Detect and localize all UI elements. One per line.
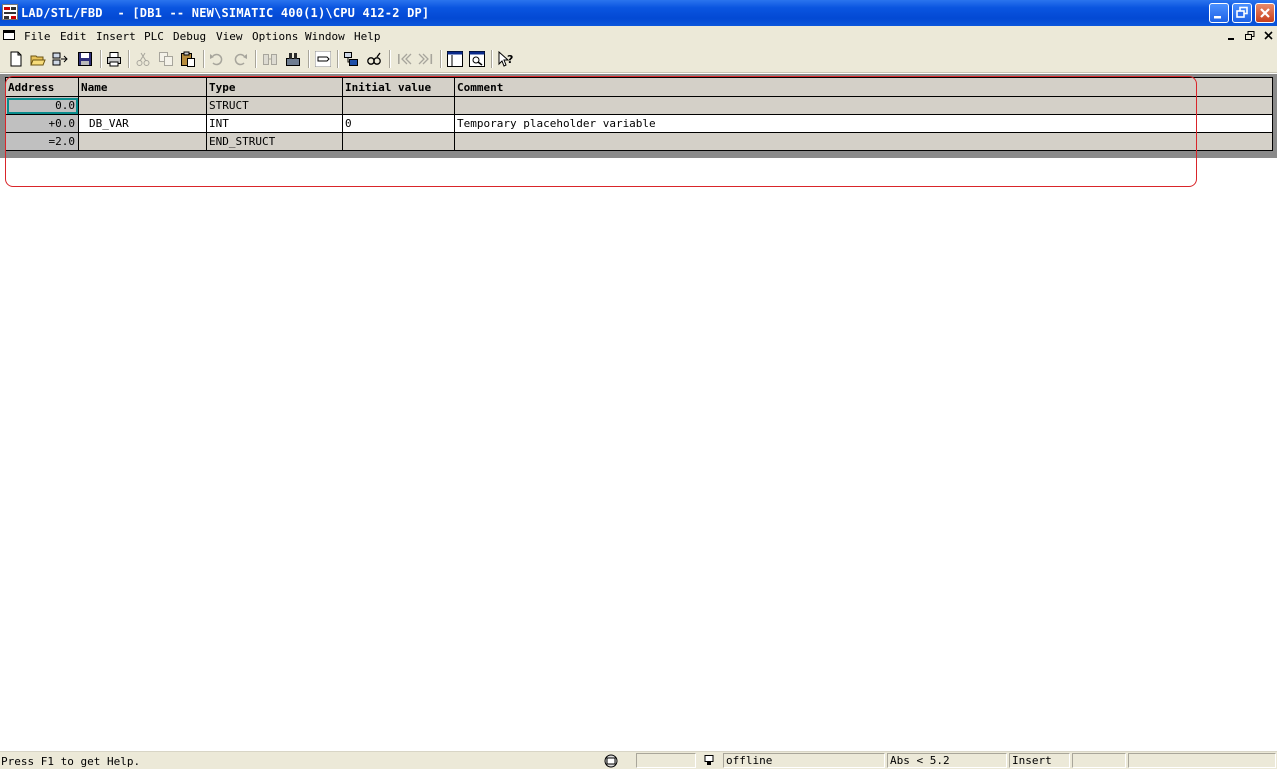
whats-this-help-icon[interactable]: ? [498, 51, 514, 67]
initial-value-cell[interactable] [342, 132, 455, 151]
open-icon[interactable] [30, 51, 46, 67]
connection-icon [704, 755, 714, 765]
close-button[interactable] [1255, 3, 1275, 23]
declaration-view-icon[interactable] [315, 51, 331, 67]
column-header-address[interactable]: Address [5, 77, 79, 97]
mode-text: Insert [1012, 754, 1052, 767]
copy-icon[interactable] [158, 51, 174, 67]
declaration-table: Address Name Type Initial value Comment … [5, 77, 1273, 151]
status-version: Abs < 5.2 [887, 753, 1007, 768]
accessible-nodes-icon[interactable] [52, 51, 68, 67]
table-header-row: Address Name Type Initial value Comment [5, 77, 1273, 97]
child-minimize-icon[interactable] [1225, 29, 1239, 42]
save-icon[interactable] [77, 51, 93, 67]
close-icon [1260, 8, 1270, 18]
document-window-icon[interactable] [3, 30, 15, 40]
status-help-text: Press F1 to get Help. [1, 755, 141, 768]
restore-button[interactable] [1232, 3, 1252, 23]
menu-help[interactable]: Help [354, 30, 381, 43]
version-text: Abs < 5.2 [890, 754, 950, 767]
menu-edit[interactable]: Edit [60, 30, 87, 43]
name-cell[interactable] [78, 96, 207, 115]
status-mode: Insert [1009, 753, 1070, 768]
column-header-initial-value[interactable]: Initial value [342, 77, 455, 97]
column-header-name[interactable]: Name [78, 77, 207, 97]
monitor-icon[interactable] [366, 51, 382, 67]
svg-text:?: ? [507, 53, 513, 66]
column-header-type[interactable]: Type [206, 77, 343, 97]
address-cell[interactable]: =2.0 [5, 132, 79, 151]
type-cell[interactable]: END_STRUCT [206, 132, 343, 151]
name-cell[interactable]: DB_VAR [78, 114, 207, 133]
menu-window[interactable]: Window [305, 30, 345, 43]
minimize-button[interactable] [1209, 3, 1229, 23]
window-title: LAD/STL/FBD - [DB1 -- NEW\SIMATIC 400(1)… [21, 6, 430, 20]
paste-icon[interactable] [180, 51, 196, 67]
window-layout-icon[interactable] [447, 51, 463, 67]
previous-icon[interactable] [396, 51, 412, 67]
next-icon[interactable] [418, 51, 434, 67]
name-cell[interactable] [78, 132, 207, 151]
menu-file[interactable]: File [24, 30, 51, 43]
table-row[interactable]: 0.0 STRUCT [5, 96, 1273, 115]
new-icon[interactable] [8, 51, 24, 67]
child-close-icon[interactable] [1262, 29, 1276, 42]
initial-value-cell[interactable] [342, 96, 455, 115]
zoom-icon[interactable] [469, 51, 485, 67]
restore-icon [1236, 6, 1248, 18]
menu-plc[interactable]: PLC [144, 30, 164, 43]
menu-view[interactable]: View [216, 30, 243, 43]
menu-insert[interactable]: Insert [96, 30, 136, 43]
address-cell[interactable]: 0.0 [5, 96, 79, 115]
download-icon[interactable] [262, 51, 278, 67]
table-row[interactable]: +0.0 DB_VAR INT 0 Temporary placeholder … [5, 114, 1273, 133]
menu-debug[interactable]: Debug [173, 30, 206, 43]
network-icon [604, 754, 618, 768]
table-row[interactable]: =2.0 END_STRUCT [5, 132, 1273, 151]
menu-options[interactable]: Options [252, 30, 298, 43]
module-state-icon[interactable] [343, 51, 359, 67]
menu-bar: File Edit Insert PLC Debug View Options … [0, 26, 1277, 46]
type-cell[interactable]: STRUCT [206, 96, 343, 115]
upload-icon[interactable] [285, 51, 301, 67]
status-connection: offline [723, 753, 885, 768]
status-panel-blank [636, 753, 696, 768]
comment-cell[interactable]: Temporary placeholder variable [454, 114, 1273, 133]
initial-value-cell[interactable]: 0 [342, 114, 455, 133]
title-bar[interactable]: LAD/STL/FBD - [DB1 -- NEW\SIMATIC 400(1)… [0, 0, 1277, 26]
connection-state: offline [726, 754, 773, 767]
status-panel-blank [1128, 753, 1276, 768]
status-panel-blank [1072, 753, 1126, 768]
undo-icon[interactable] [209, 51, 225, 67]
cut-icon[interactable] [135, 51, 151, 67]
toolbar: ? [0, 46, 1277, 73]
declaration-table-area: Address Name Type Initial value Comment … [0, 74, 1277, 158]
redo-icon[interactable] [232, 51, 248, 67]
address-cell[interactable]: +0.0 [5, 114, 79, 133]
comment-cell[interactable] [454, 132, 1273, 151]
type-cell[interactable]: INT [206, 114, 343, 133]
child-restore-icon[interactable] [1243, 29, 1257, 42]
comment-cell[interactable] [454, 96, 1273, 115]
minimize-icon [1214, 16, 1221, 19]
column-header-comment[interactable]: Comment [454, 77, 1273, 97]
app-icon[interactable] [2, 4, 18, 20]
print-icon[interactable] [106, 51, 122, 67]
status-bar: Press F1 to get Help. offline Abs < 5.2 … [0, 751, 1277, 769]
